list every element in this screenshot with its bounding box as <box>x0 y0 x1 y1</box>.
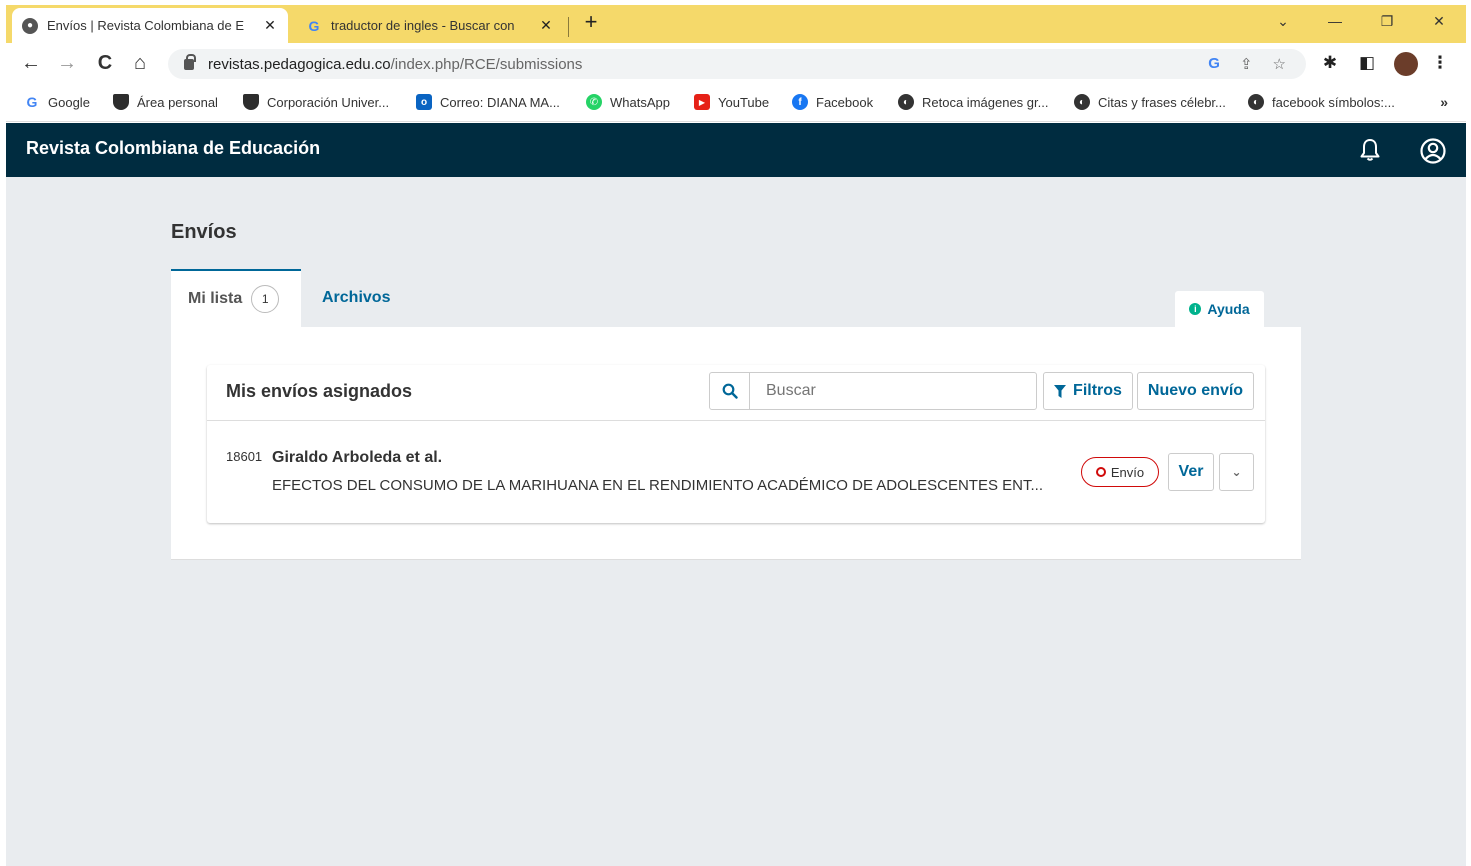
filters-button[interactable]: Filtros <box>1043 372 1133 410</box>
bookmark-label: Citas y frases célebr... <box>1098 94 1226 110</box>
shield-bookmark-icon <box>113 94 129 110</box>
submission-id: 18601 <box>226 449 263 464</box>
bookmarks-overflow-icon[interactable]: » <box>1440 94 1448 110</box>
bookmark-label: Retoca imágenes gr... <box>922 94 1049 110</box>
minimize-icon[interactable]: — <box>1320 13 1350 29</box>
tab-my-list[interactable]: Mi lista 1 <box>171 269 301 327</box>
bookmark-corporacion[interactable]: Corporación Univer... <box>243 94 389 110</box>
outlook-icon: o <box>416 94 432 110</box>
globe-icon: ◐ <box>1074 94 1090 110</box>
globe-icon: ◐ <box>898 94 914 110</box>
help-label: Ayuda <box>1207 301 1250 317</box>
lock-icon <box>184 53 196 70</box>
submission-title: EFECTOS DEL CONSUMO DE LA MARIHUANA EN E… <box>272 477 1043 494</box>
whatsapp-icon: ✆ <box>586 94 602 110</box>
bookmark-facebook-simbolos[interactable]: ◐ facebook símbolos:... <box>1248 94 1395 110</box>
bookmark-label: Corporación Univer... <box>267 94 390 110</box>
search-icon[interactable] <box>710 373 750 409</box>
notifications-bell-icon[interactable] <box>1358 138 1382 162</box>
tab-title: traductor de ingles - Buscar con <box>331 18 515 33</box>
profile-avatar[interactable] <box>1394 52 1418 76</box>
forward-icon[interactable]: → <box>54 51 80 75</box>
site-brand[interactable]: Revista Colombiana de Educación <box>26 138 320 159</box>
bookmark-label: Área personal <box>137 94 218 110</box>
browser-tab[interactable]: G traductor de ingles - Buscar con ✕ <box>296 8 564 43</box>
bookmark-google[interactable]: G Google <box>24 94 90 110</box>
new-tab-icon[interactable]: + <box>578 9 604 35</box>
bookmark-correo[interactable]: o Correo: DIANA MA... <box>416 94 560 110</box>
tab-close-icon[interactable]: ✕ <box>262 17 278 34</box>
facebook-icon: f <box>792 94 808 110</box>
url-path: /index.php/RCE/submissions <box>390 55 583 73</box>
tab-search-icon[interactable]: ⌄ <box>1268 13 1298 30</box>
filter-icon <box>1054 384 1067 398</box>
tab-panel: Mis envíos asignados Filtros Nuevo envío… <box>171 327 1301 560</box>
back-icon[interactable]: ← <box>18 51 44 75</box>
submission-tabs: Mi lista 1 Archivos i Ayuda <box>171 269 1301 327</box>
google-icon: G <box>308 17 320 34</box>
share-icon[interactable]: ⇪ <box>1240 55 1253 73</box>
stage-circle-icon <box>1095 467 1106 477</box>
youtube-icon: ▶ <box>694 94 710 110</box>
new-submission-button[interactable]: Nuevo envío <box>1137 372 1254 410</box>
tab-close-icon[interactable]: ✕ <box>538 17 554 34</box>
list-header: Mis envíos asignados Filtros Nuevo envío <box>207 365 1265 421</box>
bookmark-label: YouTube <box>718 94 770 110</box>
bookmark-citas[interactable]: ◐ Citas y frases célebr... <box>1074 94 1226 110</box>
extensions-icon[interactable]: ✱ <box>1318 53 1342 73</box>
url-host: revistas.pedagogica.edu.co <box>208 55 391 73</box>
bookmark-star-icon[interactable]: ☆ <box>1273 55 1286 73</box>
stage-label: Envío <box>1110 464 1145 480</box>
expand-chevron-icon[interactable]: ⌄ <box>1219 453 1254 491</box>
address-bar[interactable]: revistas.pedagogica.edu.co/index.php/RCE… <box>168 49 1306 79</box>
bookmark-label: Correo: DIANA MA... <box>440 94 560 110</box>
site-favicon-icon: ● <box>22 17 38 34</box>
list-item: 18601 Giraldo Arboleda et al. EFECTOS DE… <box>207 421 1265 523</box>
bookmark-facebook[interactable]: f Facebook <box>792 94 873 110</box>
bookmark-youtube[interactable]: ▶ YouTube <box>694 94 769 110</box>
side-panel-icon[interactable]: ◧ <box>1355 53 1379 73</box>
bookmark-label: facebook símbolos:... <box>1272 94 1395 110</box>
tab-archives[interactable]: Archivos <box>322 269 390 327</box>
browser-tabstrip: ● Envíos | Revista Colombiana de E ✕ G t… <box>6 5 1466 43</box>
tab-title: Envíos | Revista Colombiana de E <box>47 18 245 33</box>
shield-bookmark-icon <box>243 94 259 110</box>
count-badge: 1 <box>251 285 280 313</box>
page-title: Envíos <box>171 221 237 243</box>
menu-icon[interactable]: ⋮ <box>1428 53 1452 73</box>
bookmark-retoca[interactable]: ◐ Retoca imágenes gr... <box>898 94 1048 110</box>
browser-tab-active[interactable]: ● Envíos | Revista Colombiana de E ✕ <box>12 8 288 43</box>
user-account-icon[interactable] <box>1420 138 1446 164</box>
bookmark-label: Facebook <box>816 94 874 110</box>
bookmark-whatsapp[interactable]: ✆ WhatsApp <box>586 94 670 110</box>
home-icon[interactable]: ⌂ <box>127 51 153 75</box>
tab-my-list-label: Mi lista <box>188 290 243 307</box>
filters-label: Filtros <box>1073 382 1122 399</box>
bookmarks-bar: G Google Área personal Corporación Unive… <box>6 85 1466 122</box>
view-button[interactable]: Ver <box>1168 453 1214 491</box>
browser-toolbar: ← → C ⌂ revistas.pedagogica.edu.co/index… <box>6 43 1466 85</box>
submissions-list: Mis envíos asignados Filtros Nuevo envío… <box>207 365 1265 523</box>
tab-separator <box>568 17 569 37</box>
reload-icon[interactable]: C <box>92 51 118 75</box>
bookmark-area-personal[interactable]: Área personal <box>113 94 218 110</box>
list-title: Mis envíos asignados <box>226 381 413 401</box>
search-box <box>709 372 1037 410</box>
submission-authors: Giraldo Arboleda et al. <box>272 449 443 466</box>
status-badge: Envío <box>1081 457 1159 487</box>
globe-icon: ◐ <box>1248 94 1264 110</box>
google-icon: G <box>26 94 38 110</box>
search-input[interactable] <box>750 373 1036 409</box>
page-content: Envíos Mi lista 1 Archivos i Ayuda Mis e… <box>6 177 1466 866</box>
google-lens-icon[interactable]: G <box>1208 55 1220 73</box>
restore-icon[interactable]: ❐ <box>1372 13 1402 30</box>
bookmark-label: Google <box>48 94 90 110</box>
bookmark-label: WhatsApp <box>610 94 670 110</box>
info-icon: i <box>1189 303 1202 315</box>
window-close-icon[interactable]: ✕ <box>1424 13 1454 30</box>
app-header: Revista Colombiana de Educación <box>6 123 1466 177</box>
help-button[interactable]: i Ayuda <box>1175 291 1264 327</box>
